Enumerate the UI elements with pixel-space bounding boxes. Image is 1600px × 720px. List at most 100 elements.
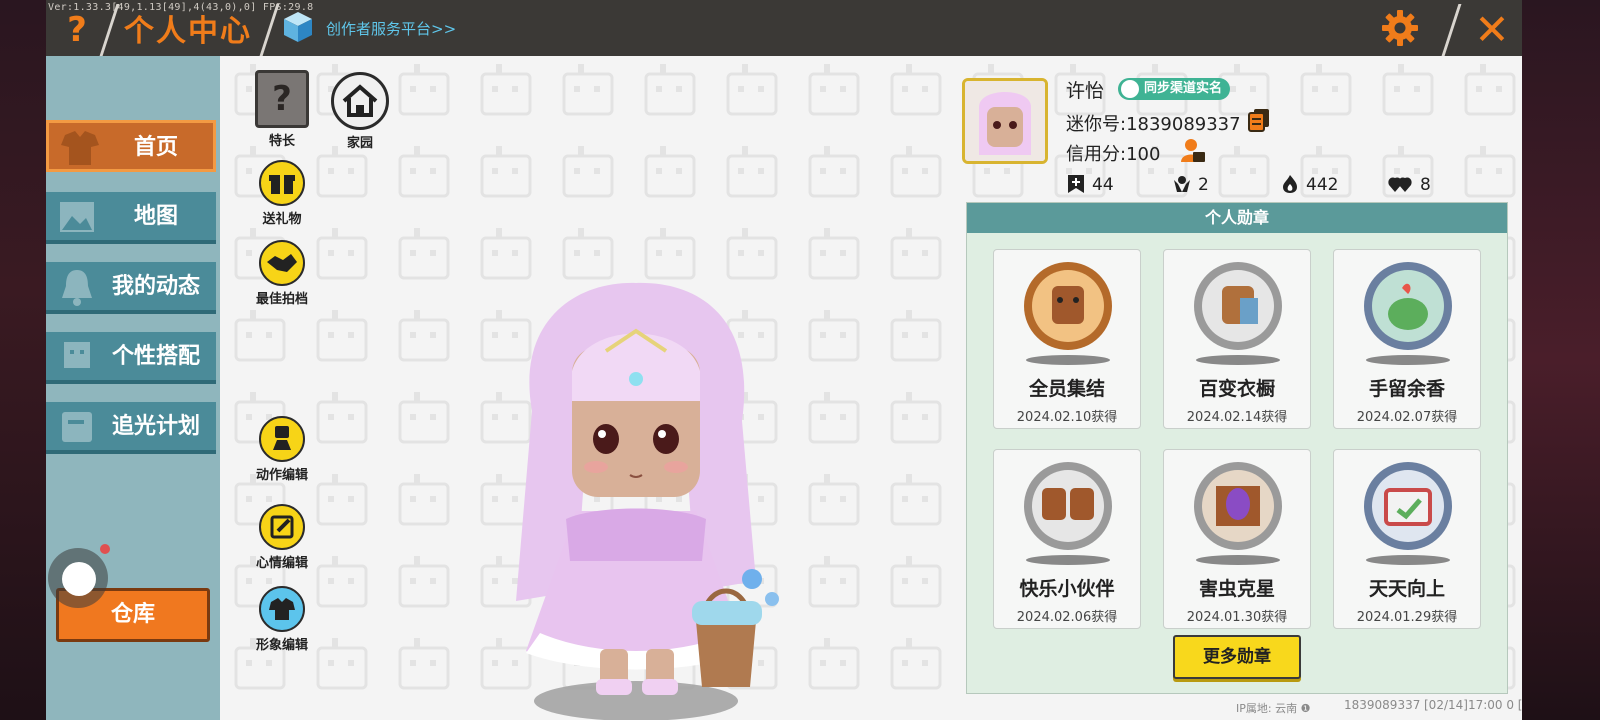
username: 许怡 <box>1066 80 1105 102</box>
partner-label: 最佳拍档 <box>255 292 308 307</box>
medal-date: 2024.01.30获得 <box>1186 610 1288 625</box>
medal-card[interactable]: 天天向上 2024.01.29获得 <box>1333 449 1481 629</box>
bell-icon <box>62 270 92 306</box>
outfit-icon <box>259 586 305 632</box>
medal-date: 2024.02.10获得 <box>1016 410 1118 425</box>
medal-card[interactable]: 害虫克星 2024.01.30获得 <box>1163 449 1311 629</box>
medal-badge-icon <box>1194 262 1282 365</box>
close-button[interactable]: ✕ <box>1470 4 1514 54</box>
stat-add[interactable]: 44 <box>1066 174 1114 196</box>
gift-label: 送礼物 <box>262 212 302 227</box>
main-panel: ? 特长 家园 送礼物 最佳拍档 动作编辑 心情编辑 形象编辑 许怡 同步渠道实… <box>220 56 1522 720</box>
medal-card[interactable]: 全员集结 2024.02.10获得 <box>993 249 1141 429</box>
medal-badge-icon <box>1024 262 1112 365</box>
stat-followers[interactable]: 2 <box>1172 174 1209 196</box>
medal-badge-icon <box>1364 262 1452 365</box>
creator-platform-link[interactable]: 创作者服务平台>> <box>326 18 456 39</box>
medal-name: 天天向上 <box>1368 578 1445 600</box>
partner-button[interactable]: 最佳拍档 <box>252 240 312 307</box>
image-edit-label: 形象编辑 <box>255 638 308 653</box>
medal-panel: 个人勋章 全员集结 2024.02.10获得 百变衣橱 2024.02.14获得 <box>966 202 1508 694</box>
medal-badge-icon <box>1024 462 1112 565</box>
flame-icon <box>1283 175 1297 193</box>
character-icon <box>64 342 90 368</box>
medal-date: 2024.02.06获得 <box>1016 610 1118 625</box>
home-label: 家园 <box>346 136 373 151</box>
medal-date: 2024.02.07获得 <box>1356 410 1458 425</box>
version-text: Ver:1.33.3[49,1.13[49],4(43,0),0] FPS:29… <box>48 2 314 13</box>
mood-edit-label: 心情编辑 <box>255 556 308 571</box>
mood-edit-button[interactable]: 心情编辑 <box>252 504 312 571</box>
sync-real-name-badge[interactable]: 同步渠道实名 <box>1118 78 1231 100</box>
image-edit-button[interactable]: 形象编辑 <box>252 586 312 653</box>
mini-id: 迷你号:1839089337 <box>1066 114 1241 135</box>
medal-date: 2024.01.29获得 <box>1356 610 1458 625</box>
stat-heat-value: 442 <box>1306 175 1339 195</box>
sidebar-item-outfit[interactable]: 个性搭配 <box>46 332 216 384</box>
medal-badge-icon <box>1194 462 1282 565</box>
gift-icon <box>259 160 305 206</box>
sidebar-item-label: 我的动态 <box>111 274 200 299</box>
mystery-box-icon: ? <box>255 70 309 128</box>
medal-date: 2024.02.14获得 <box>1186 410 1288 425</box>
medal-name: 全员集结 <box>1028 378 1105 400</box>
stat-heat[interactable]: 442 <box>1280 174 1338 196</box>
medal-panel-title: 个人勋章 <box>967 203 1507 233</box>
sidebar-item-home[interactable]: 首页 <box>46 120 216 172</box>
left-frame <box>0 0 46 720</box>
fans-icon <box>1174 176 1190 192</box>
medal-card[interactable]: 快乐小伙伴 2024.02.06获得 <box>993 449 1141 629</box>
sidebar-item-label: 首页 <box>133 135 178 160</box>
stat-likes-value: 8 <box>1420 175 1431 195</box>
sidebar-item-plan[interactable]: 追光计划 <box>46 402 216 454</box>
dancer-icon <box>259 416 305 462</box>
gift-button[interactable]: 送礼物 <box>252 160 312 227</box>
action-edit-label: 动作编辑 <box>255 468 308 483</box>
stat-followers-value: 2 <box>1198 175 1209 195</box>
joystick-knob[interactable] <box>62 562 96 596</box>
user-check-icon <box>1121 80 1139 98</box>
house-icon <box>331 72 389 130</box>
sync-badge-label: 同步渠道实名 <box>1144 81 1223 96</box>
notification-dot <box>100 544 110 554</box>
copy-icon[interactable] <box>1248 108 1270 132</box>
edit-icon <box>259 504 305 550</box>
floating-joystick[interactable] <box>48 548 108 608</box>
sidebar-item-map[interactable]: 地图 <box>46 192 216 244</box>
footer-timestamp: [02/14]17:00 0 [58 <box>1424 698 1522 712</box>
sidebar-item-label: 个性搭配 <box>111 344 200 369</box>
book-icon <box>62 412 92 442</box>
action-edit-button[interactable]: 动作编辑 <box>252 416 312 483</box>
divider <box>1441 4 1462 56</box>
medal-name: 百变衣橱 <box>1198 378 1275 400</box>
footer-user-id: 1839089337 <box>1344 698 1421 712</box>
map-icon <box>60 202 94 232</box>
right-frame <box>1522 0 1600 720</box>
medal-name: 快乐小伙伴 <box>1019 578 1115 600</box>
hearts-icon <box>1388 177 1412 192</box>
ip-location[interactable]: IP属地: 云南 ❶ <box>1236 700 1310 716</box>
handshake-icon <box>259 240 305 286</box>
medal-name: 手留余香 <box>1368 378 1445 400</box>
credit-score: 信用分:100 <box>1066 144 1161 165</box>
specialty-label: 特长 <box>268 134 295 149</box>
stat-add-value: 44 <box>1092 175 1114 195</box>
avatar[interactable] <box>962 78 1048 164</box>
add-friend-icon <box>1068 175 1084 193</box>
medal-card[interactable]: 手留余香 2024.02.07获得 <box>1333 249 1481 429</box>
stat-likes[interactable]: 8 <box>1388 174 1431 196</box>
credit-profile-icon[interactable] <box>1180 138 1206 164</box>
character-model[interactable] <box>456 261 816 720</box>
home-button[interactable]: 家园 <box>330 72 390 151</box>
more-medals-button[interactable]: 更多勋章 <box>1173 635 1301 679</box>
shirt-icon <box>61 131 99 165</box>
specialty-button[interactable]: ? 特长 <box>252 70 312 149</box>
medal-name: 害虫克星 <box>1198 578 1275 600</box>
cube-icon[interactable] <box>282 10 314 44</box>
medal-badge-icon <box>1364 462 1452 565</box>
sidebar-item-label: 追光计划 <box>111 414 200 439</box>
medal-card[interactable]: 百变衣橱 2024.02.14获得 <box>1163 249 1311 429</box>
sidebar-item-label: 地图 <box>133 204 178 229</box>
gear-icon[interactable] <box>1380 8 1420 48</box>
sidebar-item-feed[interactable]: 我的动态 <box>46 262 216 314</box>
